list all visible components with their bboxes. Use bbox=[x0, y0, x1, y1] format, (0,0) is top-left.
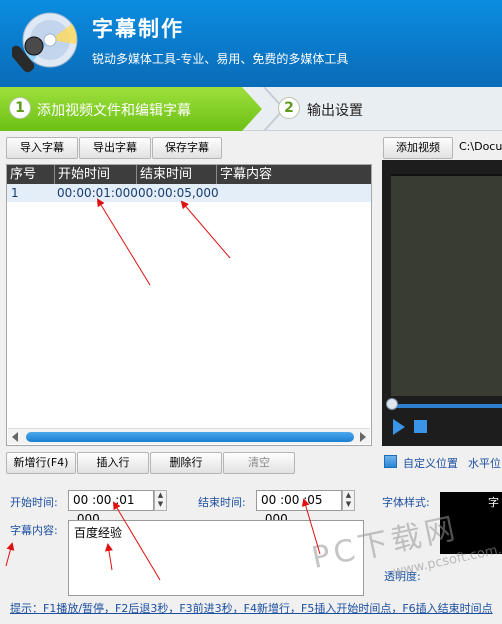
save-subtitle-button[interactable]: 保存字幕 bbox=[152, 137, 222, 159]
video-path: C:\Docum bbox=[459, 140, 502, 153]
start-time-label: 开始时间: bbox=[10, 496, 58, 509]
scroll-right-icon[interactable] bbox=[359, 432, 367, 442]
new-row-button[interactable]: 新增行(F4) bbox=[6, 452, 76, 474]
table-row[interactable]: 1 00:00:01:000 00:00:05,000 bbox=[7, 184, 371, 202]
horizontal-position-label: 水平位 bbox=[468, 457, 501, 470]
scrollbar-thumb[interactable] bbox=[26, 432, 354, 442]
seek-bar[interactable] bbox=[391, 404, 502, 408]
step-bar: 1 添加视频文件和编辑字幕 2 输出设置 bbox=[0, 87, 502, 131]
spin-up-icon[interactable]: ▲ bbox=[343, 491, 354, 500]
cell-end-time: 00:00:05,000 bbox=[138, 186, 219, 200]
video-player[interactable] bbox=[382, 160, 502, 446]
insert-row-button[interactable]: 插入行 bbox=[77, 452, 149, 474]
custom-position-checkbox[interactable] bbox=[384, 455, 397, 468]
step-2-number: 2 bbox=[278, 97, 300, 119]
clear-button[interactable]: 清空 bbox=[223, 452, 295, 474]
seek-knob[interactable] bbox=[386, 398, 398, 410]
subtitle-table[interactable]: 序号 开始时间 结束时间 字幕内容 1 00:00:01:000 00:00:0… bbox=[6, 164, 372, 446]
app-header: 字幕制作 锐动多媒体工具-专业、易用、免费的多媒体工具 bbox=[0, 0, 502, 87]
column-header-end[interactable]: 结束时间 bbox=[137, 165, 217, 184]
spin-up-icon[interactable]: ▲ bbox=[155, 491, 166, 500]
start-time-stepper[interactable]: ▲ ▼ bbox=[154, 490, 167, 511]
import-subtitle-button[interactable]: 导入字幕 bbox=[6, 137, 78, 159]
stop-icon[interactable] bbox=[414, 420, 427, 433]
play-icon[interactable] bbox=[392, 418, 406, 436]
subtitle-content-label: 字幕内容: bbox=[10, 524, 58, 537]
app-title: 字幕制作 bbox=[92, 17, 184, 41]
column-header-start[interactable]: 开始时间 bbox=[55, 165, 137, 184]
step-2-label[interactable]: 输出设置 bbox=[307, 100, 363, 120]
table-header: 序号 开始时间 结束时间 字幕内容 bbox=[7, 165, 371, 184]
start-time-input[interactable]: 00 :00 :01 ,000 bbox=[68, 490, 154, 526]
end-time-label: 结束时间: bbox=[198, 496, 246, 509]
spin-down-icon[interactable]: ▼ bbox=[343, 500, 354, 509]
custom-position-label: 自定义位置 bbox=[403, 457, 458, 470]
column-header-index[interactable]: 序号 bbox=[7, 165, 55, 184]
shortcut-hint: 提示：F1播放/暂停，F2后退3秒，F3前进3秒，F4新增行，F5插入开始时间点… bbox=[10, 602, 493, 615]
delete-row-button[interactable]: 删除行 bbox=[150, 452, 222, 474]
app-subtitle: 锐动多媒体工具-专业、易用、免费的多媒体工具 bbox=[92, 52, 349, 66]
horizontal-scrollbar[interactable] bbox=[8, 428, 370, 444]
scroll-left-icon[interactable] bbox=[11, 432, 19, 442]
export-subtitle-button[interactable]: 导出字幕 bbox=[79, 137, 151, 159]
end-time-input[interactable]: 00 :00 :05 ,000 bbox=[256, 490, 342, 526]
cd-microphone-logo-icon bbox=[12, 12, 78, 73]
add-video-button[interactable]: 添加视频 bbox=[383, 137, 453, 159]
cell-start-time: 00:00:01:000 bbox=[57, 186, 138, 200]
font-style-label: 字体样式: bbox=[382, 496, 430, 509]
step-1-label[interactable]: 添加视频文件和编辑字幕 bbox=[37, 100, 191, 120]
end-time-stepper[interactable]: ▲ ▼ bbox=[342, 490, 355, 511]
column-header-content[interactable]: 字幕内容 bbox=[217, 165, 371, 184]
cell-index: 1 bbox=[11, 186, 19, 200]
video-screen bbox=[391, 174, 502, 396]
spin-down-icon[interactable]: ▼ bbox=[155, 500, 166, 509]
step-1-number: 1 bbox=[9, 97, 31, 119]
